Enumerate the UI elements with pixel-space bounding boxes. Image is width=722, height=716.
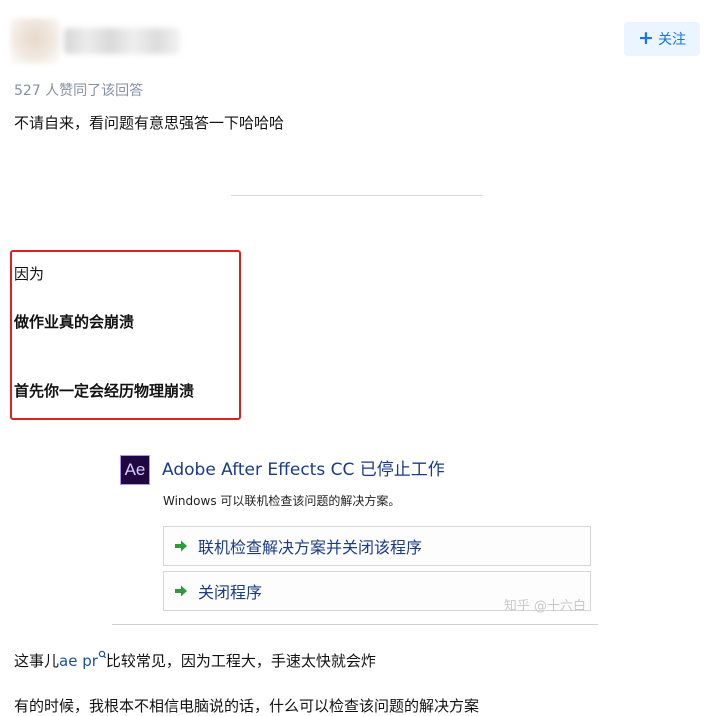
highlight-line-1: 因为 (14, 265, 45, 283)
pr-link[interactable]: pr (82, 652, 98, 670)
upvote-count[interactable]: 527 人赞同了该回答 (14, 80, 143, 100)
close-program-label: 关闭程序 (198, 583, 263, 602)
dialog-title: Adobe After Effects CC 已停止工作 (162, 460, 445, 480)
after-effects-icon: Ae (120, 455, 150, 485)
check-online-label: 联机检查解决方案并关闭该程序 (198, 538, 423, 557)
answer-paragraph-3: 有的时候，我根本不相信电脑说的话，什么可以检查该问题的解决方案 (14, 697, 480, 715)
answer-intro: 不请自来，看问题有意思强答一下哈哈哈 (14, 114, 285, 132)
highlight-line-3: 首先你一定会经历物理崩溃 (14, 382, 195, 400)
answer-paragraph-2: 这事儿ae pr 比较常见，因为工程大，手速太快就会炸 (14, 650, 376, 671)
green-arrow-icon (175, 585, 187, 597)
answer-header: + 关注 (0, 0, 722, 80)
error-dialog-image[interactable]: Ae Adobe After Effects CC 已停止工作 Windows … (112, 442, 598, 625)
para2-before: 这事儿 (14, 652, 60, 670)
check-online-option: 联机检查解决方案并关闭该程序 (163, 526, 591, 566)
search-icon[interactable] (98, 650, 106, 664)
dialog-subtitle: Windows 可以联机检查该问题的解决方案。 (163, 494, 401, 508)
follow-button[interactable]: + 关注 (624, 22, 700, 56)
avatar[interactable] (10, 18, 60, 64)
section-divider (231, 195, 483, 196)
para2-after: 比较常见，因为工程大，手速太快就会炸 (105, 652, 376, 670)
green-arrow-icon (175, 540, 187, 552)
plus-icon: + (638, 27, 654, 49)
highlight-line-2: 做作业真的会崩溃 (14, 313, 135, 331)
image-watermark: 知乎 @十六白 (503, 599, 586, 614)
follow-label: 关注 (657, 32, 686, 48)
author-name-blurred[interactable] (64, 28, 180, 54)
ae-link[interactable]: ae (59, 652, 77, 670)
